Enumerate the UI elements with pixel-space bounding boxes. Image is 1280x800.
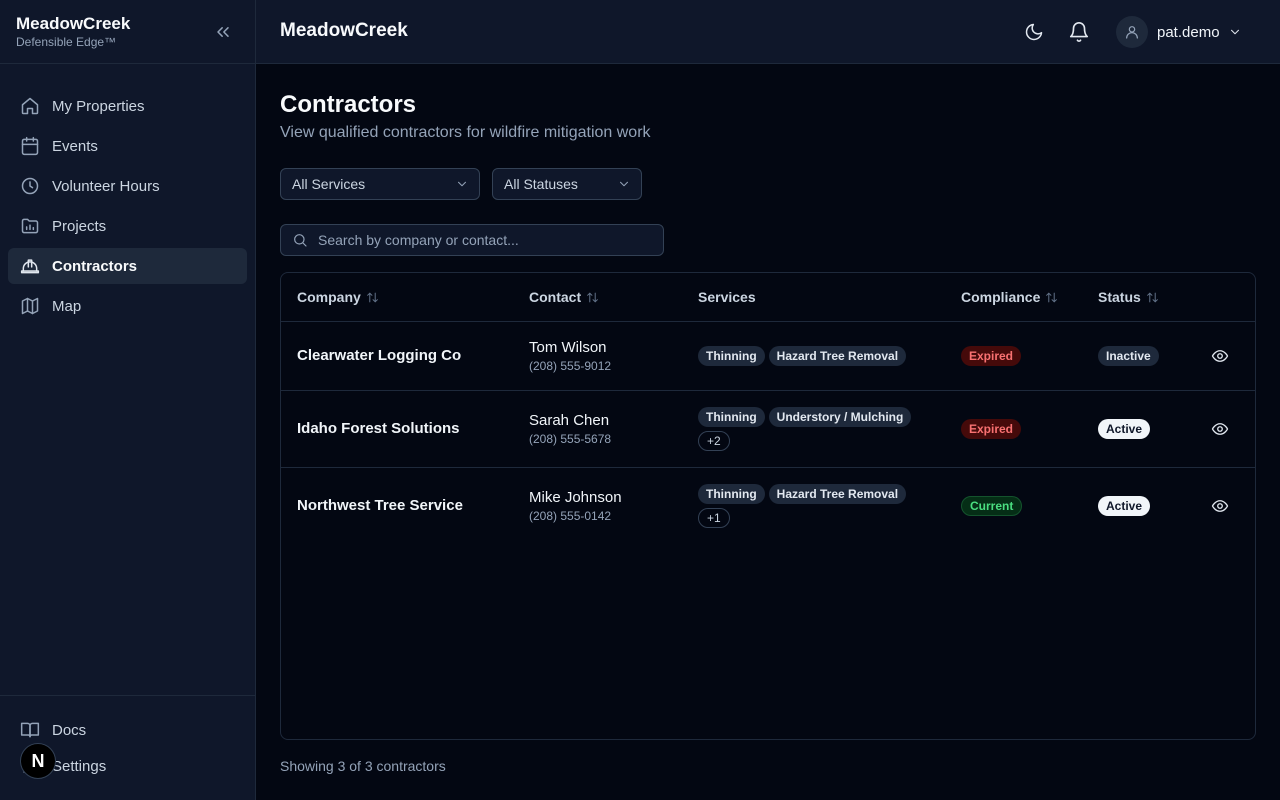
topbar-title: MeadowCreek — [280, 20, 408, 41]
sort-icon — [1045, 291, 1058, 304]
sidebar-item-label: Events — [52, 137, 98, 155]
username: pat.demo — [1157, 23, 1220, 41]
page-subtitle: View qualified contractors for wildfire … — [280, 124, 651, 141]
sidebar-item-events[interactable]: Events — [8, 128, 247, 164]
column-header-company[interactable]: Company — [297, 289, 379, 305]
services-tags: Thinning Understory / Mulching +2 — [698, 407, 938, 451]
search-input[interactable] — [318, 232, 648, 248]
company-name: Clearwater Logging Co — [297, 347, 462, 364]
more-services-tag: +1 — [698, 508, 730, 528]
collapse-sidebar-icon[interactable] — [213, 22, 233, 42]
contractors-table: Company Contact Services Compliance Stat… — [280, 272, 1256, 740]
eye-icon[interactable] — [1211, 347, 1229, 365]
results-count: Showing 3 of 3 contractors — [280, 758, 446, 774]
chevron-down-icon — [1228, 25, 1242, 39]
page-title: Contractors — [280, 91, 417, 118]
sidebar-item-label: Contractors — [52, 257, 138, 275]
sidebar-item-volunteer-hours[interactable]: Volunteer Hours — [8, 168, 247, 204]
services-tags: Thinning Hazard Tree Removal — [698, 346, 938, 366]
column-header-contact[interactable]: Contact — [529, 289, 599, 305]
brand-name: MeadowCreek — [16, 14, 131, 33]
more-services-tag: +2 — [698, 431, 730, 451]
search-box — [280, 224, 664, 256]
service-tag: Hazard Tree Removal — [768, 346, 907, 366]
brand-tagline: Defensible Edge™ — [16, 35, 117, 49]
sidebar-item-label: My Properties — [52, 97, 145, 115]
sidebar-item-label: Volunteer Hours — [52, 177, 160, 195]
calendar-icon — [20, 136, 40, 156]
services-filter-select[interactable]: All Services — [280, 168, 480, 200]
moon-icon[interactable] — [1024, 22, 1044, 42]
column-header-status[interactable]: Status — [1098, 289, 1159, 305]
service-tag: Thinning — [698, 407, 765, 427]
contact-name: Mike Johnson — [529, 489, 622, 506]
contact-phone: (208) 555-9012 — [529, 359, 612, 373]
sidebar-item-label: Map — [52, 297, 82, 315]
status-badge: Active — [1098, 419, 1151, 439]
column-header-label: Contact — [529, 289, 582, 305]
sidebar-item-my-properties[interactable]: My Properties — [8, 88, 247, 124]
compliance-badge: Current — [961, 496, 1023, 516]
eye-icon[interactable] — [1211, 497, 1229, 515]
company-name: Northwest Tree Service — [297, 497, 463, 514]
sidebar-item-label: Settings — [52, 757, 107, 775]
sort-icon — [366, 291, 379, 304]
service-tag: Thinning — [698, 346, 765, 366]
bell-icon[interactable] — [1068, 21, 1090, 43]
service-tag: Thinning — [698, 484, 765, 504]
column-header-compliance[interactable]: Compliance — [961, 289, 1058, 305]
chevron-down-icon — [617, 177, 631, 191]
sidebar-item-map[interactable]: Map — [8, 288, 247, 324]
hard-hat-icon — [20, 256, 40, 276]
user-avatar-icon — [1116, 16, 1148, 48]
topbar: MeadowCreek pat.demo — [256, 0, 1280, 64]
map-icon — [20, 296, 40, 316]
status-badge: Inactive — [1098, 346, 1159, 366]
status-filter-select[interactable]: All Statuses — [492, 168, 642, 200]
sidebar-item-label: Docs — [52, 721, 87, 739]
services-tags: Thinning Hazard Tree Removal +1 — [698, 484, 938, 528]
book-icon — [20, 720, 40, 740]
column-header-label: Compliance — [961, 289, 1041, 305]
clock-icon — [20, 176, 40, 196]
sort-icon — [1146, 291, 1159, 304]
sort-icon — [586, 291, 599, 304]
sidebar-item-projects[interactable]: Projects — [8, 208, 247, 244]
contact-phone: (208) 555-5678 — [529, 432, 612, 446]
service-tag: Hazard Tree Removal — [768, 484, 907, 504]
table-row[interactable]: Idaho Forest Solutions Sarah Chen (208) … — [281, 391, 1255, 468]
table-row[interactable]: Clearwater Logging Co Tom Wilson (208) 5… — [281, 322, 1255, 391]
column-header-services: Services — [698, 289, 756, 305]
contact-name: Tom Wilson — [529, 339, 607, 356]
user-menu[interactable]: pat.demo — [1116, 16, 1242, 48]
column-header-label: Company — [297, 289, 361, 305]
sidebar-item-label: Projects — [52, 217, 107, 235]
dev-badge[interactable]: N — [20, 743, 56, 779]
brand: MeadowCreek Defensible Edge™ — [0, 0, 255, 64]
contact-phone: (208) 555-0142 — [529, 509, 612, 523]
table-row[interactable]: Northwest Tree Service Mike Johnson (208… — [281, 468, 1255, 545]
status-badge: Active — [1098, 496, 1151, 516]
compliance-badge: Expired — [961, 346, 1022, 366]
search-icon — [292, 232, 308, 248]
sidebar: MeadowCreek Defensible Edge™ My Properti… — [0, 0, 256, 800]
compliance-badge: Expired — [961, 419, 1022, 439]
eye-icon[interactable] — [1211, 420, 1229, 438]
sidebar-item-docs[interactable]: Docs — [8, 712, 247, 748]
contact-name: Sarah Chen — [529, 412, 610, 429]
column-header-label: Status — [1098, 289, 1141, 305]
sidebar-nav: My Properties Events Volunteer Hours Pro… — [0, 64, 255, 324]
folder-chart-icon — [20, 216, 40, 236]
company-name: Idaho Forest Solutions — [297, 420, 460, 437]
column-header-label: Services — [698, 289, 756, 305]
chevron-down-icon — [455, 177, 469, 191]
table-header: Company Contact Services Compliance Stat… — [281, 273, 1255, 322]
home-icon — [20, 96, 40, 116]
service-tag: Understory / Mulching — [768, 407, 912, 427]
services-filter-value: All Services — [292, 176, 366, 192]
status-filter-value: All Statuses — [504, 176, 578, 192]
sidebar-item-contractors[interactable]: Contractors — [8, 248, 247, 284]
